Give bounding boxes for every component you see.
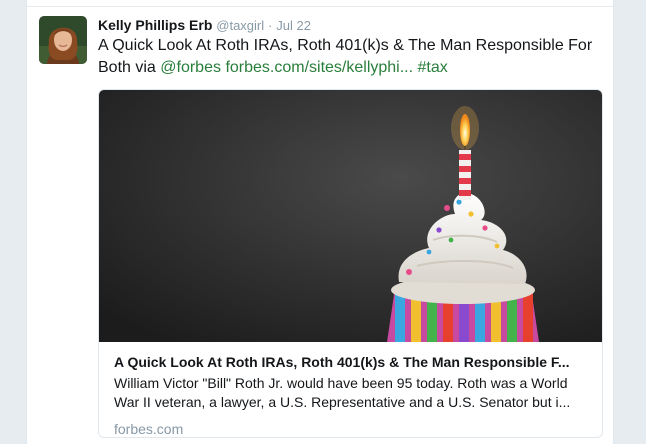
avatar[interactable] xyxy=(39,16,87,64)
card-description: William Victor "Bill" Roth Jr. would hav… xyxy=(114,375,571,410)
timeline-column: Kelly Phillips Erb @taxgirl · Jul 22 A Q… xyxy=(26,0,614,444)
author-name[interactable]: Kelly Phillips Erb xyxy=(98,17,212,33)
author-handle[interactable]: @taxgirl xyxy=(216,18,264,33)
card-image[interactable] xyxy=(99,90,602,342)
card-domain[interactable]: forbes.com xyxy=(114,420,592,437)
divider xyxy=(27,6,613,7)
tweet-header: Kelly Phillips Erb @taxgirl · Jul 22 xyxy=(98,16,311,35)
card-title[interactable]: A Quick Look At Roth IRAs, Roth 401(k)s … xyxy=(114,352,592,372)
tweet-text: A Quick Look At Roth IRAs, Roth 401(k)s … xyxy=(98,35,603,79)
card-body: A Quick Look At Roth IRAs, Roth 401(k)s … xyxy=(114,352,592,437)
mention-link[interactable]: @forbes xyxy=(160,59,221,76)
hashtag-link[interactable]: #tax xyxy=(418,59,448,76)
tweet-timestamp[interactable]: Jul 22 xyxy=(276,18,311,33)
link-preview-card[interactable]: A Quick Look At Roth IRAs, Roth 401(k)s … xyxy=(98,89,603,438)
url-link[interactable]: forbes.com/sites/kellyphi... xyxy=(225,59,413,76)
separator: · xyxy=(268,18,273,33)
